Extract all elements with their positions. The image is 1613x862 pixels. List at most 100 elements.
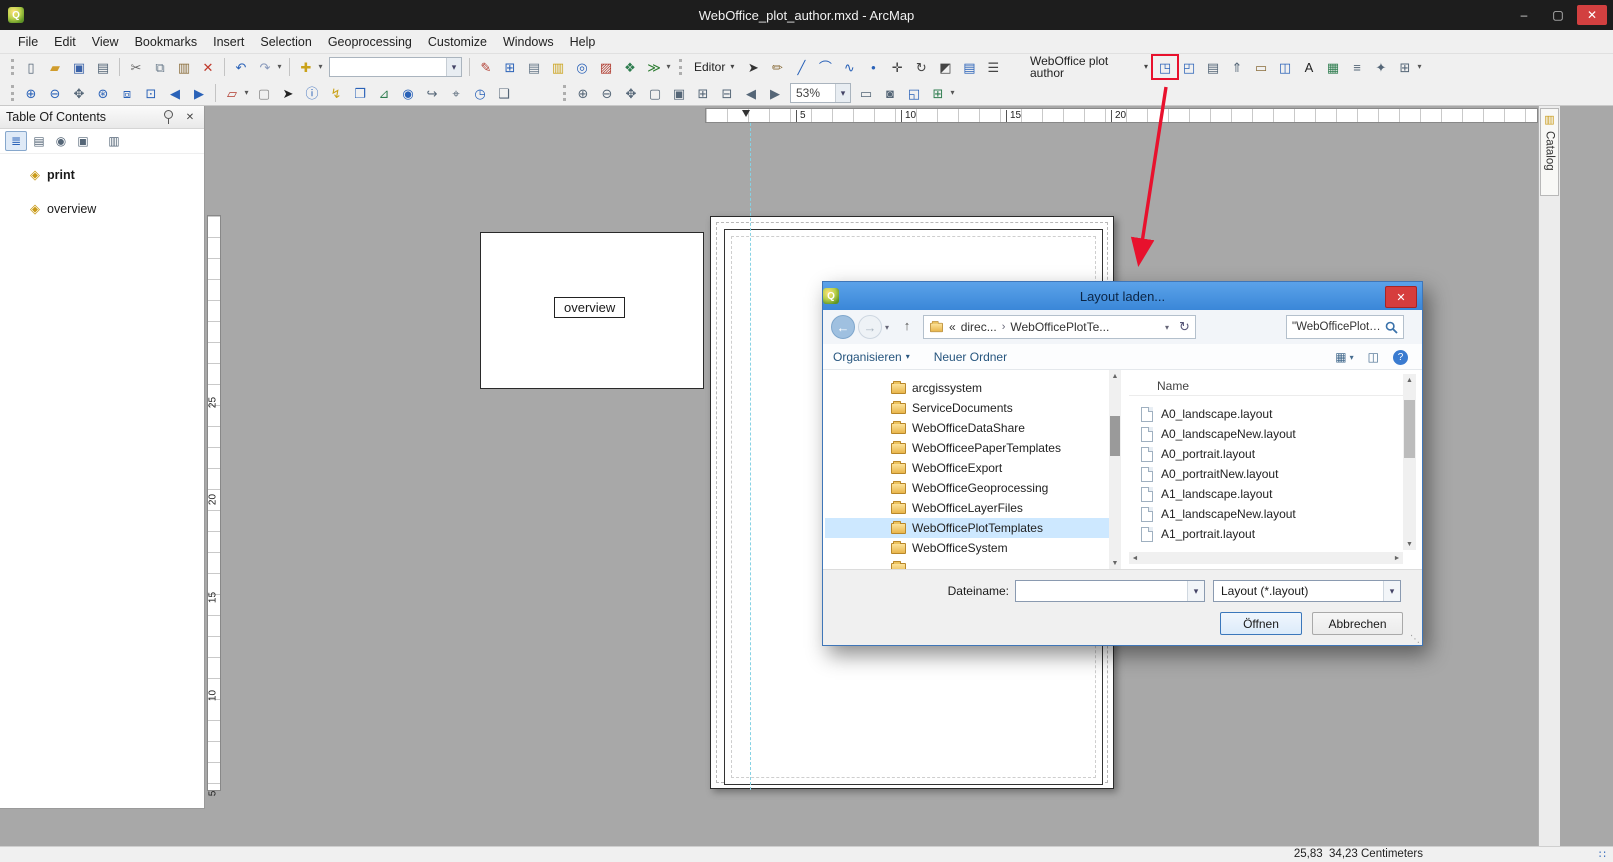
viewer-window-icon[interactable]: ❑ <box>493 83 515 103</box>
go-to-xy-icon[interactable]: ⌖ <box>445 83 467 103</box>
find-route-icon[interactable]: ↪ <box>421 83 443 103</box>
cut-icon[interactable]: ✂ <box>125 57 147 77</box>
open-button[interactable]: Öffnen <box>1220 612 1302 635</box>
layout-back-extent-icon[interactable]: ◀ <box>740 83 762 103</box>
menu-view[interactable]: View <box>84 32 127 52</box>
html-popup-icon[interactable]: ❐ <box>349 83 371 103</box>
search-icon[interactable] <box>1385 321 1398 334</box>
menu-customize[interactable]: Customize <box>420 32 495 52</box>
insert-text-icon[interactable]: A <box>1298 57 1320 77</box>
focus-data-frame-icon[interactable]: ◙ <box>879 83 901 103</box>
trace-tool-icon[interactable]: ∿ <box>838 57 860 77</box>
new-folder-button[interactable]: Neuer Ordner <box>934 350 1007 364</box>
data-frame-overview[interactable]: ◈ overview <box>0 198 204 220</box>
arc-segment-icon[interactable]: ⌒ <box>814 57 836 77</box>
editor-menu[interactable]: Editor <box>688 57 740 77</box>
fixed-zoom-out-icon[interactable]: ⊡ <box>140 83 162 103</box>
redo-dropdown-icon[interactable]: ▾ <box>275 57 284 77</box>
scroll-down-icon[interactable]: ▼ <box>1109 557 1121 569</box>
menu-edit[interactable]: Edit <box>46 32 84 52</box>
column-header-name[interactable]: Name <box>1129 376 1403 396</box>
filename-input[interactable] <box>1015 580 1205 602</box>
menu-selection[interactable]: Selection <box>252 32 319 52</box>
folder-webofficesystem[interactable]: WebOfficeSystem <box>825 538 1109 558</box>
preview-pane-icon[interactable]: ◫ <box>1368 350 1379 364</box>
close-icon[interactable]: ✕ <box>182 109 198 125</box>
copy-icon[interactable]: ⧉ <box>149 57 171 77</box>
folder-webofficedatashare[interactable]: WebOfficeDataShare <box>825 418 1109 438</box>
page-template-icon[interactable]: ▭ <box>1250 57 1272 77</box>
clear-selection-icon[interactable]: ▢ <box>253 83 275 103</box>
menu-file[interactable]: File <box>10 32 46 52</box>
layout-zoom-in-icon[interactable]: ⊕ <box>572 83 594 103</box>
folder-tree-scrollbar[interactable]: ▲ ▼ <box>1109 370 1121 569</box>
north-arrow-icon[interactable]: ✦ <box>1370 57 1392 77</box>
fixed-zoom-in-icon[interactable]: ⧈ <box>116 83 138 103</box>
breadcrumb-parent[interactable]: direc... <box>961 320 997 334</box>
zoom-whole-page-icon[interactable]: ▢ <box>644 83 666 103</box>
plot-settings-icon[interactable]: ▤ <box>1202 57 1224 77</box>
history-dropdown-icon[interactable]: ▾ <box>885 323 889 332</box>
identify-icon[interactable]: ⓘ <box>301 83 323 103</box>
toc-options-icon[interactable]: ▥ <box>104 132 124 150</box>
scroll-up-icon[interactable]: ▲ <box>1109 370 1121 382</box>
address-bar[interactable]: « direc... › WebOfficePlotTe... ▾ <box>923 315 1175 339</box>
undo-icon[interactable]: ↶ <box>230 57 252 77</box>
delete-icon[interactable]: ✕ <box>197 57 219 77</box>
insert-legend-icon[interactable]: ▦ <box>1322 57 1344 77</box>
model-builder-icon[interactable]: ❖ <box>619 57 641 77</box>
zoom-100-icon[interactable]: ▣ <box>668 83 690 103</box>
save-icon[interactable]: ▣ <box>68 57 90 77</box>
up-one-level-button[interactable]: ↑ <box>897 318 917 336</box>
add-data-dropdown-icon[interactable]: ▾ <box>316 57 325 77</box>
sketch-tool-icon[interactable]: ✏ <box>766 57 788 77</box>
python-icon[interactable]: ≫ <box>643 57 665 77</box>
file-item[interactable]: A0_landscape.layout <box>1129 404 1403 424</box>
find-icon[interactable]: ◉ <box>397 83 419 103</box>
forward-extent-icon[interactable]: ▶ <box>188 83 210 103</box>
insert-scalebar-icon[interactable]: ≡ <box>1346 57 1368 77</box>
export-plot-icon[interactable]: ⇑ <box>1226 57 1248 77</box>
organize-button[interactable]: Organisieren ▾ <box>833 350 910 364</box>
add-data-icon[interactable]: ✚ <box>295 57 317 77</box>
layout-fixed-zoom-out-icon[interactable]: ⊟ <box>716 83 738 103</box>
layout-forward-extent-icon[interactable]: ▶ <box>764 83 786 103</box>
catalog-window-icon[interactable]: ▥ <box>547 57 569 77</box>
edit-sketch-icon[interactable]: ✎ <box>475 57 497 77</box>
search-text[interactable]: "WebOfficePlotTemplates" d... <box>1292 321 1382 333</box>
minimize-button[interactable]: – <box>1509 5 1539 25</box>
menu-insert[interactable]: Insert <box>205 32 252 52</box>
back-extent-icon[interactable]: ◀ <box>164 83 186 103</box>
redo-icon[interactable]: ↷ <box>254 57 276 77</box>
overview-data-frame[interactable]: overview <box>480 232 704 389</box>
help-icon[interactable]: ? <box>1393 350 1408 365</box>
catalog-tab[interactable]: ▥ Catalog <box>1540 108 1559 196</box>
folder-webofficeplottemplates[interactable]: WebOfficePlotTemplates <box>825 518 1109 538</box>
breadcrumb-current[interactable]: WebOfficePlotTe... <box>1010 320 1109 334</box>
save-layout-icon[interactable]: ◰ <box>1178 57 1200 77</box>
file-item[interactable]: A1_landscape.layout <box>1129 484 1403 504</box>
folder-partial[interactable] <box>825 558 1109 569</box>
zoom-percent-combobox[interactable]: 53% <box>790 83 851 103</box>
list-by-drawing-order-icon[interactable]: ≣ <box>5 131 27 151</box>
forward-button[interactable]: → <box>858 315 882 339</box>
list-by-source-icon[interactable]: ▤ <box>29 132 49 150</box>
new-document-icon[interactable]: ▯ <box>20 57 42 77</box>
insert-frame-icon[interactable]: ◫ <box>1274 57 1296 77</box>
close-button[interactable]: ✕ <box>1577 5 1607 25</box>
menu-windows[interactable]: Windows <box>495 32 562 52</box>
layout-fixed-zoom-in-icon[interactable]: ⊞ <box>692 83 714 103</box>
select-features-dropdown-icon[interactable]: ▾ <box>242 83 251 103</box>
folder-webofficegeoprocessing[interactable]: WebOfficeGeoprocessing <box>825 478 1109 498</box>
folder-webofficeexport[interactable]: WebOfficeExport <box>825 458 1109 478</box>
select-elements-icon[interactable]: ➤ <box>277 83 299 103</box>
pin-icon[interactable] <box>160 109 176 125</box>
menu-geoprocessing[interactable]: Geoprocessing <box>320 32 420 52</box>
edit-tool-icon[interactable]: ➤ <box>742 57 764 77</box>
edit-vertices-icon[interactable]: ✛ <box>886 57 908 77</box>
toggle-draft-mode-icon[interactable]: ▭ <box>855 83 877 103</box>
scroll-right-icon[interactable]: ► <box>1391 552 1403 564</box>
menu-help[interactable]: Help <box>562 32 604 52</box>
weboffice-more-dropdown-icon[interactable]: ▾ <box>1415 57 1424 77</box>
pan-icon[interactable]: ✥ <box>68 83 90 103</box>
